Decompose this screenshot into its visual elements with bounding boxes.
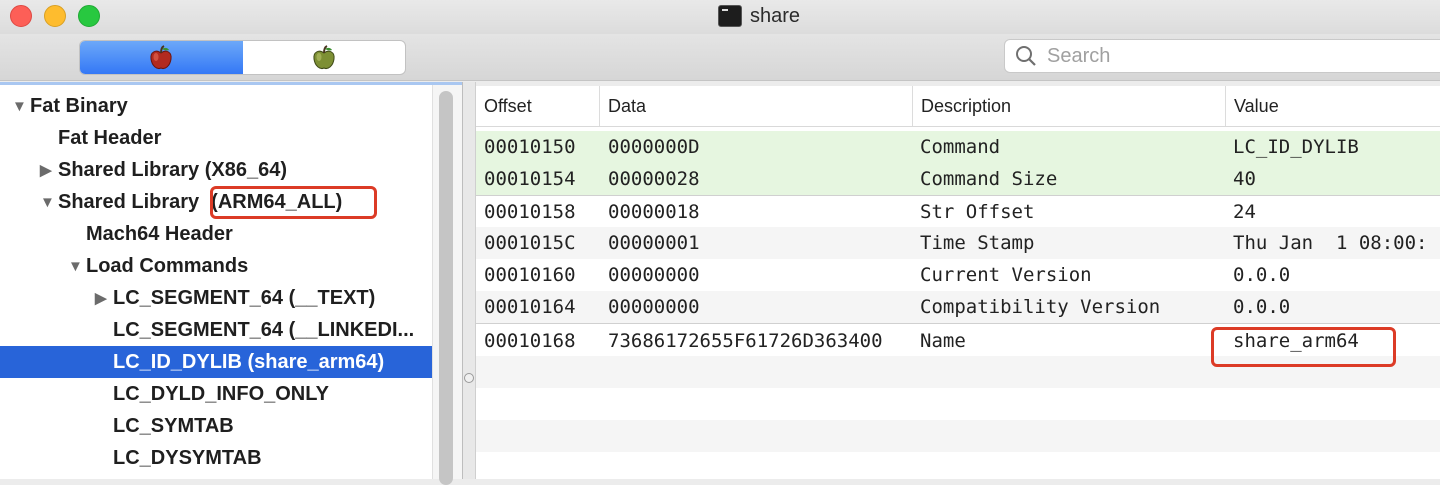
- window-title-group: share: [718, 4, 800, 28]
- table-header: Offset Data Description Value: [476, 86, 1440, 127]
- close-window-button[interactable]: [10, 5, 32, 27]
- split-view-divider[interactable]: [462, 82, 476, 479]
- cell-data: 00000018: [608, 201, 700, 223]
- green-apple-icon: [313, 44, 335, 69]
- cell-data: 0000000D: [608, 136, 700, 158]
- cell-value: LC_ID_DYLIB: [1233, 136, 1359, 158]
- disclosure-expanded-icon[interactable]: ▼: [12, 98, 30, 115]
- view-segmented-control: [79, 40, 406, 75]
- disclosure-collapsed-icon[interactable]: ▶: [95, 289, 113, 307]
- search-field[interactable]: [1004, 39, 1440, 73]
- table-row[interactable]: 00010160 00000000 Current Version 0.0.0: [476, 259, 1440, 291]
- title-bar: share: [0, 0, 1440, 34]
- splitter-handle-icon[interactable]: [464, 373, 474, 383]
- tree-item-label: LC_SYMTAB: [113, 414, 234, 437]
- zoom-window-button[interactable]: [78, 5, 100, 27]
- disclosure-expanded-icon[interactable]: ▼: [68, 258, 86, 275]
- column-header-value[interactable]: Value: [1226, 86, 1440, 126]
- search-input[interactable]: [1045, 43, 1429, 69]
- tree-item-label: LC_DYSYMTAB: [113, 446, 262, 469]
- sidebar-scrollbar[interactable]: [432, 85, 463, 485]
- table-row[interactable]: 00010158 00000018 Str Offset 24: [476, 195, 1440, 228]
- cell-data: 00000000: [608, 296, 700, 318]
- tree-item-label: LC_ID_DYLIB (share_arm64): [113, 350, 385, 373]
- column-header-description[interactable]: Description: [913, 86, 1226, 126]
- cell-description: Current Version: [920, 264, 1092, 286]
- cell-value: 0.0.0: [1233, 296, 1291, 318]
- cell-value: 40: [1233, 168, 1256, 190]
- table-row[interactable]: 0001015C 00000001 Time Stamp Thu Jan 1 0…: [476, 227, 1440, 259]
- tree-item-fat-binary[interactable]: ▼ Fat Binary: [0, 90, 444, 122]
- tree-item-shared-library-x86[interactable]: ▶ Shared Library (X86_64): [0, 154, 472, 186]
- scrollbar-thumb[interactable]: [439, 91, 453, 485]
- tree-item-label: Load Commands: [86, 254, 249, 277]
- tree-item-label: LC_SEGMENT_64 (__LINKEDI...: [113, 318, 415, 341]
- segment-green-apple[interactable]: [243, 41, 406, 74]
- sidebar-tree: ▼ Fat Binary Fat Header ▶ Shared Library…: [0, 82, 545, 485]
- cell-description: Time Stamp: [920, 232, 1035, 254]
- annotation-box-name: [1211, 327, 1396, 367]
- minimize-window-button[interactable]: [44, 5, 66, 27]
- cell-description: Command: [920, 136, 1001, 158]
- cell-offset: 00010164: [484, 296, 576, 318]
- cell-data: 00000000: [608, 264, 700, 286]
- cell-description: Compatibility Version: [920, 296, 1161, 318]
- cell-description: Name: [920, 330, 966, 352]
- segment-red-apple[interactable]: [80, 41, 243, 74]
- empty-row: [476, 452, 1440, 479]
- empty-row: [476, 388, 1440, 420]
- cell-value: 24: [1233, 201, 1256, 223]
- disclosure-collapsed-icon[interactable]: ▶: [40, 161, 58, 179]
- cell-description: Str Offset: [920, 201, 1035, 223]
- annotation-box-arch: [210, 186, 377, 219]
- cell-offset: 00010158: [484, 201, 576, 223]
- cell-offset: 00010160: [484, 264, 576, 286]
- cell-offset: 00010154: [484, 168, 576, 190]
- column-header-offset[interactable]: Offset: [476, 86, 600, 126]
- table-row[interactable]: 00010150 0000000D Command LC_ID_DYLIB: [476, 131, 1440, 163]
- tree-item-label: LC_SEGMENT_64 (__TEXT): [113, 286, 376, 309]
- table-row[interactable]: 00010164 00000000 Compatibility Version …: [476, 291, 1440, 323]
- cell-data: 73686172655F61726D363400: [608, 330, 883, 352]
- detail-table: Offset Data Description Value 00010150 0…: [476, 86, 1440, 479]
- tree-item-label: Mach64 Header: [86, 222, 233, 245]
- window-title: share: [750, 4, 801, 27]
- tree-item-fat-header[interactable]: Fat Header: [0, 122, 490, 154]
- search-icon: [1016, 46, 1036, 66]
- toolbar: [0, 34, 1440, 81]
- cell-offset: 00010168: [484, 330, 576, 352]
- cell-value: 0.0.0: [1233, 264, 1291, 286]
- tree-item-label: Fat Binary: [30, 94, 128, 117]
- disclosure-expanded-icon[interactable]: ▼: [40, 194, 58, 211]
- cell-description: Command Size: [920, 168, 1058, 190]
- cell-data: 00000001: [608, 232, 700, 254]
- empty-row: [476, 420, 1440, 452]
- cell-value: Thu Jan 1 08:00:: [1233, 232, 1428, 254]
- terminal-icon: [718, 5, 742, 27]
- tree-item-load-commands[interactable]: ▼ Load Commands: [0, 250, 500, 282]
- cell-offset: 0001015C: [484, 232, 576, 254]
- column-header-data[interactable]: Data: [600, 86, 913, 126]
- tree-item-label: LC_DYLD_INFO_ONLY: [113, 382, 329, 405]
- cell-offset: 00010150: [484, 136, 576, 158]
- tree-item-label: Shared Library: [58, 190, 200, 213]
- cell-data: 00000028: [608, 168, 700, 190]
- tree-item-label: Fat Header: [58, 126, 162, 149]
- red-apple-icon: [150, 44, 172, 69]
- table-row[interactable]: 00010154 00000028 Command Size 40: [476, 163, 1440, 195]
- tree-item-label: Shared Library (X86_64): [58, 158, 287, 181]
